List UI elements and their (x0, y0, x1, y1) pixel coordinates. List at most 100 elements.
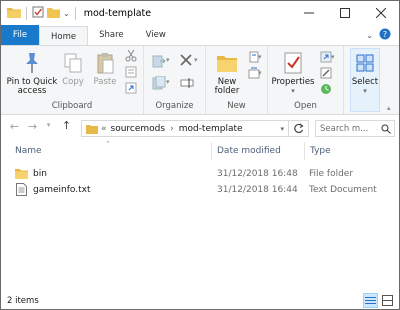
breadcrumb-mod-template[interactable]: mod-template (179, 124, 243, 134)
details-view-button[interactable] (363, 293, 378, 308)
item-count: 2 items (7, 295, 39, 306)
details-view-icon (365, 296, 376, 304)
file-name: gameinfo.txt (33, 184, 91, 195)
ribbon-controls: ⌄ ? (366, 25, 399, 45)
refresh-button[interactable] (289, 120, 309, 137)
window-controls (291, 1, 399, 25)
folder-icon[interactable] (7, 6, 21, 21)
pin-icon (23, 49, 41, 77)
cut-icon[interactable] (125, 49, 137, 65)
chevron-down-icon[interactable]: ▾ (166, 78, 170, 86)
breadcrumb-sourcemods[interactable]: sourcemods (111, 124, 166, 134)
folder-icon (86, 124, 98, 134)
column-date-label: Date modified (217, 146, 281, 156)
breadcrumb-overflow[interactable]: « (101, 124, 107, 134)
up-arrow-icon[interactable]: ↑ (59, 119, 74, 132)
select-group: Select ▾ (344, 46, 384, 114)
move-to-icon[interactable] (152, 54, 166, 71)
large-icons-view-icon (382, 295, 393, 306)
new-folder-icon (216, 49, 238, 77)
copy-icon (64, 49, 82, 77)
new-label: New (227, 101, 246, 111)
window-title: mod-template (83, 7, 152, 19)
close-button[interactable] (363, 1, 399, 25)
address-bar[interactable]: « sourcemods › mod-template ▾ (81, 120, 289, 137)
ribbon: Pin to Quick access Copy Paste Clipboard… (1, 45, 399, 115)
select-button[interactable]: Select ▾ (350, 48, 380, 112)
properties-button[interactable]: Properties ▾ (271, 49, 315, 96)
folder-icon (15, 166, 28, 181)
quick-access-toolbar: ⌄ (1, 1, 78, 25)
chevron-down-icon[interactable]: ▾ (291, 87, 295, 96)
organize-group: ▾ ▾ ▾ Organize (144, 46, 206, 114)
paste-icon (96, 49, 114, 77)
chevron-down-icon[interactable]: ▾ (166, 56, 170, 64)
properties-label: Properties (271, 77, 315, 87)
pin-label: Pin to Quick access (6, 77, 58, 96)
properties-icon[interactable] (32, 6, 44, 21)
file-name: bin (33, 168, 47, 179)
divider[interactable] (211, 142, 212, 160)
new-group: New folder ▾ ▾ New (206, 46, 268, 114)
column-name-label: Name (15, 146, 42, 156)
large-icons-view-button[interactable] (380, 293, 395, 308)
list-item[interactable]: gameinfo.txt 31/12/2018 16:44 Text Docum… (1, 182, 399, 197)
explorer-window: ⌄ mod-template File Home Share View ⌄ ? (0, 0, 400, 310)
close-icon (376, 8, 386, 18)
chevron-down-icon[interactable]: ▾ (258, 69, 262, 77)
new-folder-icon[interactable] (47, 6, 60, 21)
organize-label: Organize (155, 101, 194, 111)
chevron-down-icon[interactable]: ▾ (258, 53, 262, 61)
recent-locations-icon[interactable]: ▾ (41, 121, 56, 129)
select-all-icon (356, 49, 374, 77)
copy-to-icon[interactable] (152, 75, 166, 93)
back-arrow-icon[interactable]: ← (7, 120, 22, 133)
refresh-icon (294, 123, 304, 134)
search-icon (381, 124, 391, 134)
chevron-down-icon[interactable]: ▾ (280, 125, 284, 133)
file-list: Name ⌃ Date modified Type bin 31/12/2018… (1, 140, 399, 290)
copy-label: Copy (62, 77, 84, 87)
paste-button[interactable]: Paste (90, 49, 120, 87)
list-item[interactable]: bin 31/12/2018 16:48 File folder (1, 166, 399, 181)
open-label: Open (294, 101, 317, 111)
clipboard-label: Clipboard (51, 101, 93, 111)
tab-file[interactable]: File (1, 25, 39, 45)
minimize-button[interactable] (291, 1, 327, 25)
help-icon[interactable]: ? (379, 28, 391, 43)
tab-view[interactable]: View (135, 25, 177, 45)
select-label: Select (351, 77, 379, 87)
edit-icon[interactable] (320, 67, 332, 82)
copy-button[interactable]: Copy (59, 49, 87, 87)
column-header-date[interactable]: Date modified (213, 140, 303, 162)
pin-to-quick-access-button[interactable]: Pin to Quick access (5, 49, 59, 96)
history-icon[interactable] (320, 83, 332, 98)
new-folder-button[interactable]: New folder (208, 49, 246, 96)
chevron-up-icon[interactable]: ▴ (387, 104, 391, 112)
forward-arrow-icon[interactable]: → (25, 120, 40, 133)
collapse-ribbon-icon[interactable]: ⌄ (366, 31, 373, 40)
search-input[interactable]: Search m... (315, 120, 395, 137)
column-header-type[interactable]: Type (306, 140, 396, 162)
delete-icon[interactable] (180, 54, 192, 69)
file-date: 31/12/2018 16:48 (217, 168, 298, 179)
tab-home[interactable]: Home (39, 26, 89, 46)
file-type: File folder (309, 168, 354, 179)
tab-share[interactable]: Share (88, 25, 135, 45)
ribbon-tabs: File Home Share View ⌄ ? (1, 25, 399, 46)
text-file-icon (16, 182, 27, 197)
new-folder-label: New folder (214, 77, 240, 96)
divider (26, 6, 27, 20)
chevron-down-icon[interactable]: ▾ (331, 53, 335, 61)
paste-shortcut-icon[interactable] (125, 82, 137, 97)
chevron-down-icon[interactable]: ▾ (194, 56, 198, 64)
column-header-name[interactable]: Name (11, 140, 211, 162)
copy-path-icon[interactable] (125, 66, 137, 81)
rename-icon[interactable] (180, 76, 194, 93)
divider[interactable] (304, 142, 305, 160)
chevron-right-icon[interactable]: › (170, 124, 174, 134)
properties-icon (283, 49, 303, 77)
navigation-bar: ← → ▾ ↑ « sourcemods › mod-template ▾ Se… (1, 116, 399, 140)
maximize-button[interactable] (327, 1, 363, 25)
chevron-down-icon[interactable]: ⌄ (63, 9, 70, 18)
